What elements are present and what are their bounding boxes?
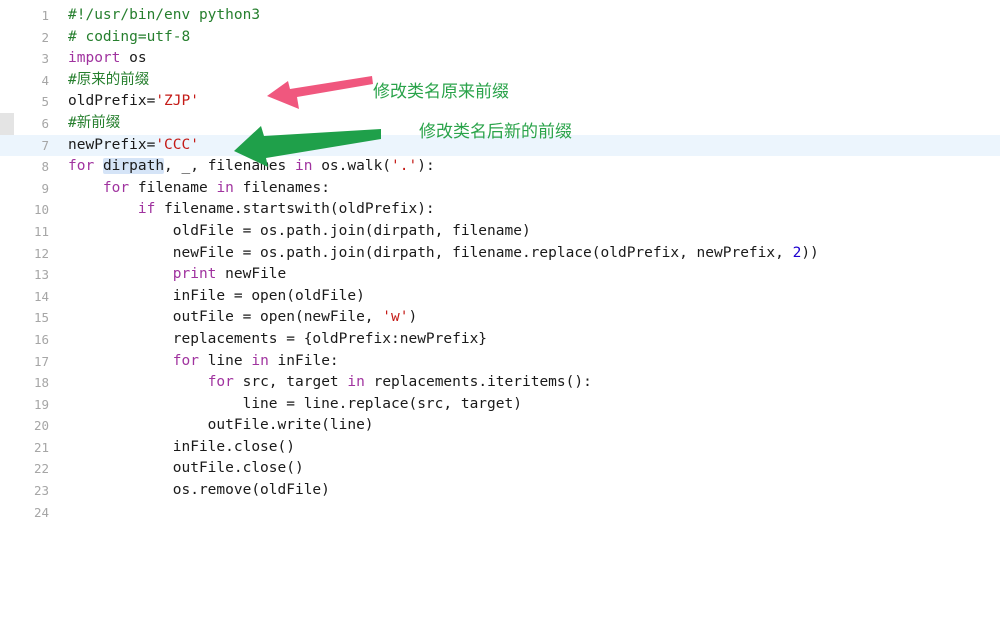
old-prefix-annotation: 修改类名原来前缀 <box>373 82 509 102</box>
green-arrow-icon <box>234 126 381 167</box>
new-prefix-annotation: 修改类名后新的前缀 <box>419 122 572 142</box>
code-editor[interactable]: 1 #!/usr/bin/env python3 2 # coding=utf-8 3 i… <box>0 0 1000 619</box>
pink-arrow-icon <box>267 76 373 109</box>
